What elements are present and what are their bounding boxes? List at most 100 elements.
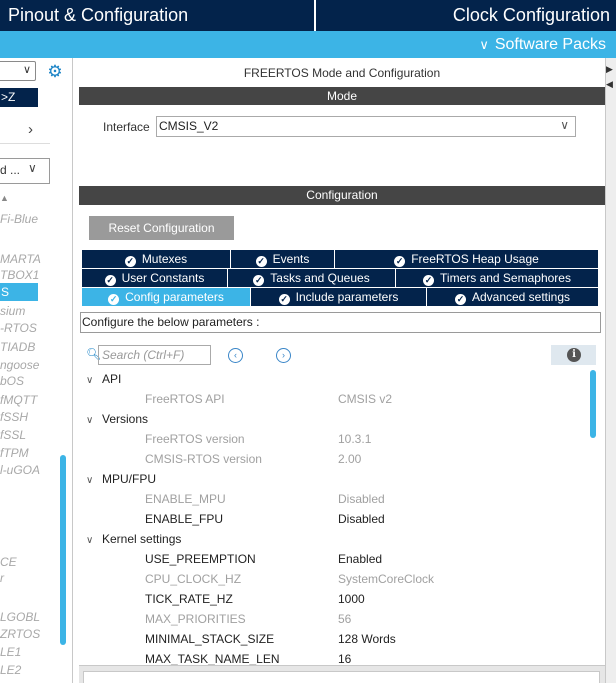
param-name[interactable]: TICK_RATE_HZ [145,592,233,606]
tree-group[interactable]: ∨ MPU/FPU [86,472,156,486]
param-value[interactable]: Disabled [338,492,385,506]
left-category-collapsed[interactable]: › [0,119,50,144]
check-icon: ✓ [124,256,136,267]
check-icon: ✓ [423,275,435,286]
left-filter-select[interactable]: ∨ [0,61,36,81]
tab-label: Tasks and Queues [270,271,370,285]
left-list-item[interactable]: LE2 [0,663,21,677]
left-list-item[interactable]: r [0,571,4,585]
left-list-item[interactable]: CE [0,555,17,569]
tab-mutexes[interactable]: ✓ Mutexes [82,250,231,268]
param-name[interactable]: MINIMAL_STACK_SIZE [145,632,274,646]
left-list-item[interactable]: TBOX1 [0,268,39,282]
sort-az-button[interactable]: >Z [0,88,38,107]
chevron-down-icon[interactable]: ∨ [86,475,102,486]
tree-scrollbar[interactable] [590,370,596,438]
check-icon: ✓ [108,294,120,305]
param-value[interactable]: Enabled [338,552,382,566]
chevron-down-icon: ∨ [560,118,569,132]
gear-icon[interactable]: ⚙ [45,62,65,82]
param-value[interactable]: 56 [338,612,351,626]
tab-events[interactable]: ✓ Events [231,250,335,268]
tab-label: FreeRTOS Heap Usage [411,252,539,266]
reset-configuration-button[interactable]: Reset Configuration [89,216,234,240]
left-list-item[interactable]: fSSL [0,428,26,442]
main-panel [79,58,605,683]
chevron-down-icon[interactable]: ∨ [86,535,102,546]
left-list-item[interactable]: -RTOS [0,321,37,335]
chevron-down-icon[interactable]: ∨ [86,415,102,426]
tab-user-constants[interactable]: ✓ User Constants [82,269,228,287]
left-list-item[interactable]: fTPM [0,446,29,460]
scroll-up-icon[interactable]: ▲ [0,193,9,203]
param-value[interactable]: 10.3.1 [338,432,371,446]
left-list-item[interactable]: MARTA [0,252,41,266]
check-icon: ✓ [104,275,116,286]
interface-select[interactable]: CMSIS_V2 ∨ [156,116,576,137]
left-list-item[interactable]: ngoose [0,358,39,372]
param-value[interactable]: Disabled [338,512,385,526]
tab-include-parameters[interactable]: ✓ Include parameters [251,288,427,306]
description-box [83,671,600,683]
tab-label: Advanced settings [471,290,571,304]
tree-group[interactable]: ∨ API [86,372,121,386]
chevron-right-icon: › [282,350,285,360]
tab-label: Include parameters [295,290,399,304]
left-list-item[interactable]: LE1 [0,645,21,659]
tab-pinout-configuration[interactable]: Pinout & Configuration [0,0,314,31]
search-prev-button[interactable]: ‹ [228,348,243,363]
left-list-item[interactable]: TIADB [0,340,35,354]
param-name[interactable]: MAX_PRIORITIES [145,612,246,626]
caret-icon: ▶ [606,64,613,74]
left-list-item[interactable]: l-uGOA [0,463,40,477]
param-value[interactable]: 128 Words [338,632,396,646]
param-name[interactable]: CPU_CLOCK_HZ [145,572,241,586]
tab-label: Events [272,252,310,266]
tab-clock-configuration[interactable]: Clock Configuration [316,0,616,31]
param-name[interactable]: ENABLE_FPU [145,512,223,526]
left-list-item[interactable]: bOS [0,374,24,388]
left-list-item[interactable]: LGOBL [0,610,40,624]
check-icon: ✓ [278,294,290,305]
tree-group-label: API [102,372,122,386]
tree-group-label: Versions [102,412,149,426]
param-value[interactable]: SystemCoreClock [338,572,434,586]
tab-advanced-settings[interactable]: ✓ Advanced settings [427,288,599,306]
check-icon: ✓ [255,256,267,267]
tab-label: User Constants [121,271,205,285]
tab-tasks-and-queues[interactable]: ✓ Tasks and Queues [228,269,396,287]
right-collapse-strip[interactable] [605,58,616,683]
left-list-item[interactable]: fSSH [0,410,28,424]
left-list-item[interactable]: Fi-Blue [0,212,38,226]
info-button[interactable]: i [551,345,596,365]
chevron-down-icon[interactable]: ∨ [86,375,102,386]
left-category-label: d ... [0,163,21,177]
tree-group[interactable]: ∨ Versions [86,412,148,426]
chevron-left-icon: ‹ [234,350,237,360]
param-name[interactable]: FreeRTOS version [145,432,245,446]
left-list-item[interactable]: sium [0,304,25,318]
left-list-item-selected[interactable]: S [0,283,38,301]
tab-freertos-heap-usage[interactable]: ✓ FreeRTOS Heap Usage [335,250,599,268]
left-scrollbar[interactable] [60,455,66,645]
tab-config-parameters[interactable]: ✓ Config parameters [82,288,251,306]
param-value[interactable]: 1000 [338,592,365,606]
software-packs-button[interactable]: ∨ Software Packs [479,31,606,58]
search-next-button[interactable]: › [276,348,291,363]
param-name[interactable]: ENABLE_MPU [145,492,226,506]
tree-group[interactable]: ∨ Kernel settings [86,532,181,546]
tab-label: Config parameters [125,290,224,304]
left-list-item[interactable]: fMQTT [0,393,37,407]
param-value[interactable]: 16 [338,652,351,666]
left-list-item[interactable]: ZRTOS [0,627,40,641]
mode-config-title: FREERTOS Mode and Configuration [243,66,441,80]
search-input[interactable]: Search (Ctrl+F) [98,345,211,365]
param-value[interactable]: 2.00 [338,452,361,466]
left-category-dropdown[interactable]: d ... ∨ [0,158,50,184]
param-name[interactable]: CMSIS-RTOS version [145,452,262,466]
param-name[interactable]: USE_PREEMPTION [145,552,256,566]
param-name[interactable]: FreeRTOS API [145,392,225,406]
tab-timers-and-semaphores[interactable]: ✓ Timers and Semaphores [396,269,599,287]
param-value[interactable]: CMSIS v2 [338,392,392,406]
param-name[interactable]: MAX_TASK_NAME_LEN [145,652,280,666]
